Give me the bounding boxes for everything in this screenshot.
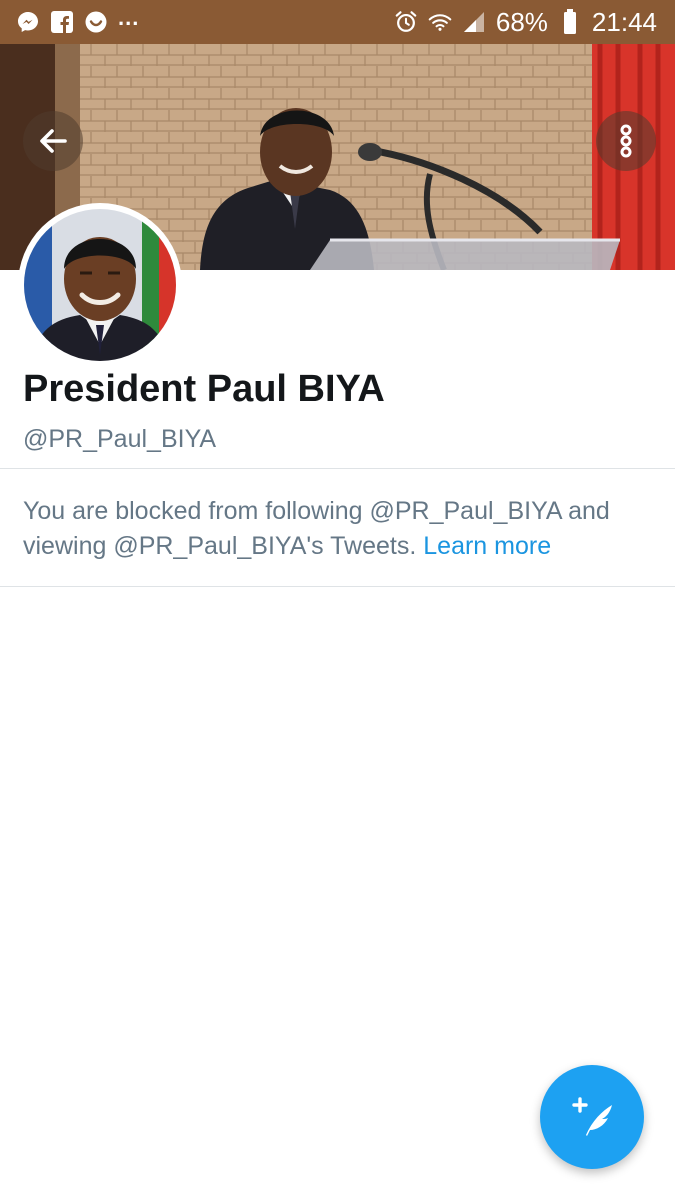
app-notification-icon bbox=[84, 10, 108, 34]
user-handle: @PR_Paul_BIYA bbox=[23, 425, 217, 453]
vertical-dots-icon bbox=[620, 124, 632, 158]
arrow-left-icon bbox=[40, 129, 67, 153]
notification-icons: ... bbox=[16, 5, 139, 34]
learn-more-link[interactable]: Learn more bbox=[423, 532, 551, 560]
battery-icon bbox=[558, 9, 582, 34]
more-options-button[interactable] bbox=[596, 111, 656, 171]
back-button[interactable] bbox=[23, 111, 83, 171]
avatar-photo bbox=[24, 209, 176, 361]
alarm-icon bbox=[394, 10, 418, 34]
more-notifications: ... bbox=[118, 5, 140, 30]
clock: 21:44 bbox=[591, 6, 657, 37]
system-status: 68% 21:44 bbox=[394, 7, 657, 38]
divider bbox=[0, 586, 675, 587]
wifi-icon bbox=[428, 10, 452, 34]
blocked-notice: You are blocked from following @PR_Paul_… bbox=[23, 494, 653, 564]
battery-percent: 68% bbox=[495, 6, 548, 37]
display-name: President Paul BIYA bbox=[23, 368, 385, 410]
compose-tweet-button[interactable] bbox=[540, 1065, 644, 1169]
messenger-icon bbox=[16, 10, 40, 34]
divider bbox=[0, 468, 675, 469]
facebook-icon bbox=[50, 10, 74, 34]
profile-avatar[interactable] bbox=[18, 203, 182, 367]
compose-tweet-icon bbox=[572, 1097, 612, 1136]
status-bar: ... 68% 21:44 bbox=[0, 0, 675, 44]
signal-icon bbox=[462, 10, 486, 34]
